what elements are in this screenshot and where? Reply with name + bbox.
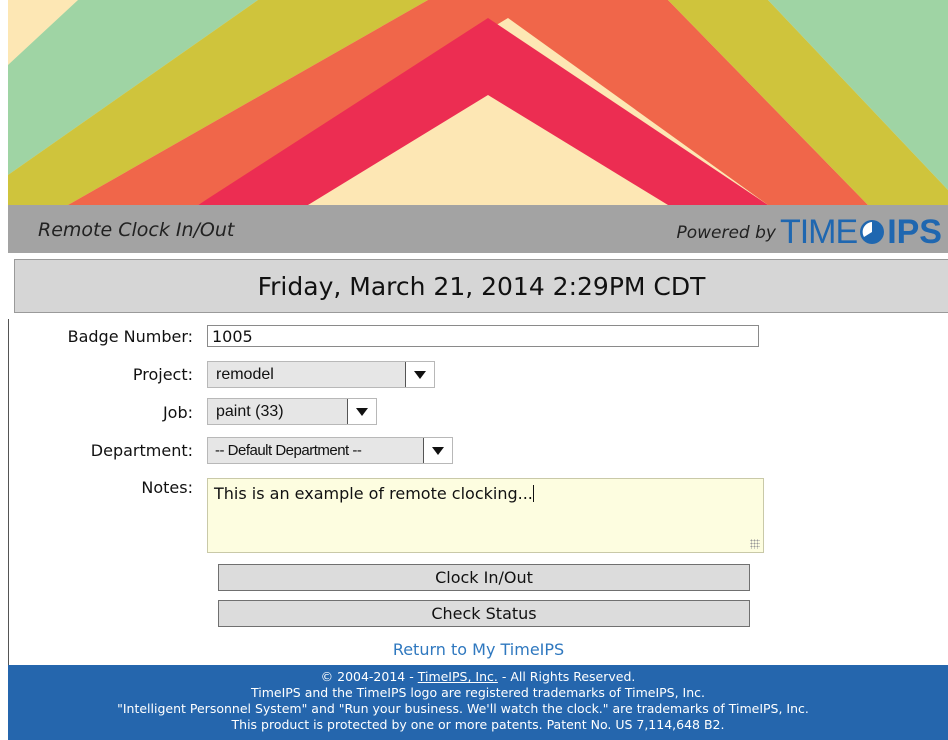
chevron-down-icon[interactable] (347, 399, 376, 424)
project-selected-value: remodel (216, 365, 274, 383)
footer: © 2004-2014 - TimeIPS, Inc. - All Rights… (8, 665, 948, 740)
job-select[interactable]: paint (33) (207, 398, 377, 425)
department-select[interactable]: -- Default Department -- (207, 437, 453, 464)
header-banner (8, 0, 948, 205)
chevron-down-icon[interactable] (423, 438, 452, 463)
resize-grip-icon[interactable] (750, 539, 760, 549)
job-label: Job: (162, 403, 193, 422)
powered-by-logo: Powered by TIME IPS (676, 213, 942, 249)
timeips-company-link[interactable]: TimeIPS, Inc. (418, 669, 498, 684)
notes-textarea[interactable]: This is an example of remote clocking... (207, 478, 764, 553)
job-selected-value: paint (33) (216, 402, 284, 420)
app-title: Remote Clock In/Out (38, 219, 235, 241)
footer-patent: This product is protected by one or more… (231, 717, 725, 732)
check-status-button[interactable]: Check Status (218, 600, 750, 627)
current-datetime: Friday, March 21, 2014 2:29PM CDT (257, 271, 706, 301)
app-header-bar: Remote Clock In/Out Powered by TIME IPS (8, 205, 948, 253)
chevron-down-icon[interactable] (405, 362, 434, 387)
copyright-text: © 2004-2014 - (320, 669, 418, 684)
clock-form: Badge Number: 1005 Project: remodel Job:… (8, 319, 948, 665)
date-bar: Friday, March 21, 2014 2:29PM CDT (8, 253, 948, 319)
department-label: Department: (90, 441, 193, 460)
text-cursor (532, 485, 534, 502)
project-label: Project: (132, 365, 193, 384)
return-link[interactable]: Return to My TimeIPS (9, 640, 948, 659)
footer-trademark-line: TimeIPS and the TimeIPS logo are registe… (250, 685, 706, 700)
powered-by-label: Powered by (676, 223, 776, 243)
notes-text: This is an example of remote clocking... (214, 484, 533, 503)
badge-number-label: Badge Number: (67, 327, 193, 346)
rights-text: - All Rights Reserved. (497, 669, 636, 684)
project-select[interactable]: remodel (207, 361, 435, 388)
chevron-banner-graphic (8, 0, 948, 205)
notes-label: Notes: (141, 478, 193, 497)
brand-time-text: TIME (779, 213, 858, 251)
footer-copyright: © 2004-2014 - TimeIPS, Inc. - All Rights… (8, 669, 948, 685)
date-panel: Friday, March 21, 2014 2:29PM CDT (14, 259, 948, 313)
clock-icon (859, 219, 885, 245)
badge-number-input[interactable]: 1005 (207, 325, 759, 347)
clock-in-out-button[interactable]: Clock In/Out (218, 564, 750, 591)
footer-trademark-slogan: "Intelligent Personnel System" and "Run … (117, 701, 809, 716)
department-selected-value: -- Default Department -- (215, 442, 362, 459)
brand-ips-text: IPS (887, 213, 942, 251)
